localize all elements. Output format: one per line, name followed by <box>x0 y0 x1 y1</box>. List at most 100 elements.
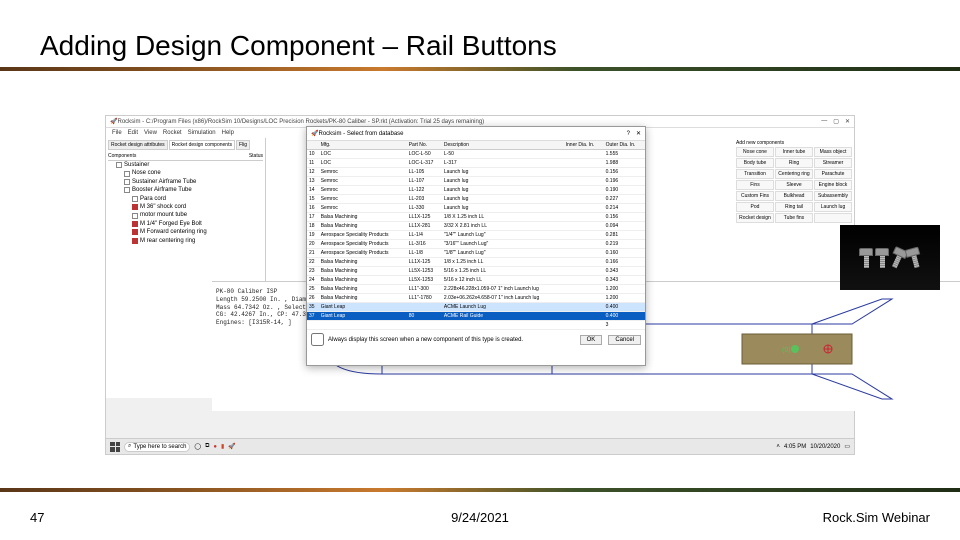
table-header[interactable] <box>307 141 319 150</box>
table-header[interactable]: Inner Dia. In. <box>564 141 604 150</box>
btn-fins[interactable]: Fins <box>736 180 774 190</box>
tree-sustainer[interactable]: Sustainer <box>124 161 149 169</box>
table-row[interactable]: 16SemrocLL-330Launch lug0.214 <box>307 204 645 213</box>
tree-paracord[interactable]: Para cord <box>140 195 166 203</box>
table-row[interactable]: 24Balsa MachiningLL5X-12535/16 x 12 inch… <box>307 276 645 285</box>
btn-rocketdesign[interactable]: Rocket design <box>736 213 774 223</box>
parts-table[interactable]: Mfg.Part No.DescriptionInner Dia. In.Out… <box>307 141 645 330</box>
tray-date: 10/20/2020 <box>810 444 840 450</box>
menu-help[interactable]: Help <box>222 130 234 136</box>
app-icon-rocksim[interactable]: 🚀 <box>228 443 235 450</box>
btn-engineblock[interactable]: Engine block <box>814 180 852 190</box>
btn-ring[interactable]: Ring <box>775 158 813 168</box>
start-button[interactable] <box>110 442 120 452</box>
table-row[interactable]: 25Balsa MachiningLL1"-3002.228x46.228x1.… <box>307 285 645 294</box>
table-row[interactable]: 19Aerospace Speciality ProductsLL-1/4"1/… <box>307 231 645 240</box>
close-icon[interactable]: ✕ <box>845 118 850 125</box>
notifications-icon[interactable]: ▭ <box>844 443 850 450</box>
app-icon: 🚀 <box>110 118 117 125</box>
btn-ringtail[interactable]: Ring tail <box>775 202 813 212</box>
tree-motormount[interactable]: motor mount tube <box>140 211 187 219</box>
table-row[interactable]: 18Balsa MachiningLL1X-2813/32 X 2.81 inc… <box>307 222 645 231</box>
table-row[interactable]: 37Giant Leap80ACME Rail Guide0.400 <box>307 312 645 321</box>
taskbar-search[interactable]: ⌕ Type here to search <box>124 442 190 452</box>
dialog-title-text: Rocksim - Select from database <box>318 131 403 137</box>
tree-rearring[interactable]: M rear centering ring <box>140 237 195 245</box>
menu-simulation[interactable]: Simulation <box>188 130 216 136</box>
taskview-icon[interactable]: ⧉ <box>205 443 209 450</box>
btn-launchlug[interactable]: Launch lug <box>814 202 852 212</box>
btn-sleeve[interactable]: Sleeve <box>775 180 813 190</box>
btn-customfins[interactable]: Custom Fins <box>736 191 774 201</box>
tree-booster[interactable]: Booster Airframe Tube <box>132 186 192 194</box>
footer-brand: Rock.Sim Webinar <box>823 510 960 525</box>
btn-transition[interactable]: Transition <box>736 169 774 179</box>
palette-label: Add new components <box>736 140 852 146</box>
table-row[interactable]: 20Aerospace Speciality ProductsLL-3/16"3… <box>307 240 645 249</box>
table-header[interactable]: Part No. <box>407 141 442 150</box>
dialog-help-icon[interactable]: ? <box>627 131 630 137</box>
btn-pod[interactable]: Pod <box>736 202 774 212</box>
cortana-icon[interactable]: ◯ <box>194 443 201 450</box>
btn-mass[interactable]: Mass object <box>814 147 852 157</box>
tree-shockcord[interactable]: M 36" shock cord <box>140 203 186 211</box>
table-row[interactable]: 21Aerospace Speciality ProductsLL-1/8"1/… <box>307 249 645 258</box>
table-row[interactable]: 23Balsa MachiningLL5X-12535/16 x 1.25 in… <box>307 267 645 276</box>
tray-chevron-up-icon[interactable]: ˄ <box>776 444 780 450</box>
windows-taskbar[interactable]: ⌕ Type here to search ◯ ⧉ ● ▮ 🚀 ˄ 4:05 P… <box>106 438 854 454</box>
app-icon-browser[interactable]: ● <box>213 444 217 450</box>
menu-file[interactable]: File <box>112 130 122 136</box>
menu-view[interactable]: View <box>144 130 157 136</box>
always-display-label: Always display this screen when a new co… <box>328 337 523 343</box>
table-row[interactable]: 22Balsa MachiningLL1X-1251/8 x 1.25 inch… <box>307 258 645 267</box>
system-tray[interactable]: ˄ 4:05 PM 10/20/2020 ▭ <box>776 443 850 450</box>
tab-attributes[interactable]: Rocket design attributes <box>108 140 168 150</box>
tree-nosecone[interactable]: Nose cone <box>132 169 161 177</box>
tree-fwdring[interactable]: M Forward centering ring <box>140 228 207 236</box>
tab-components[interactable]: Rocket design components <box>169 140 235 150</box>
component-tree[interactable]: Sustainer Nose cone Sustainer Airframe T… <box>108 161 263 245</box>
table-row[interactable]: 26Balsa MachiningLL1"-17802.03e+06.262x4… <box>307 294 645 303</box>
table-row[interactable]: 13SemrocLL-107Launch lug0.196 <box>307 177 645 186</box>
table-row[interactable]: 12SemrocLL-105Launch lug0.156 <box>307 168 645 177</box>
slide-footer: 47 9/24/2021 Rock.Sim Webinar <box>0 510 960 525</box>
table-row[interactable]: 35Giant LeapACME Launch Lug0.400 <box>307 303 645 312</box>
svg-text:(0): (0) <box>782 347 791 354</box>
btn-parachute[interactable]: Parachute <box>814 169 852 179</box>
btn-streamer[interactable]: Streamer <box>814 158 852 168</box>
table-row[interactable]: 11LOCLOC-L-317L-3171.988 <box>307 159 645 168</box>
table-header[interactable]: Description <box>442 141 564 150</box>
btn-nosecone[interactable]: Nose cone <box>736 147 774 157</box>
table-header[interactable]: Mfg. <box>319 141 407 150</box>
menu-edit[interactable]: Edit <box>128 130 138 136</box>
slide-title: Adding Design Component – Rail Buttons <box>0 0 960 67</box>
table-row[interactable]: 10LOCLOC-L-50L-501.555 <box>307 150 645 159</box>
tree-airframe1[interactable]: Sustainer Airframe Tube <box>132 178 196 186</box>
tree-eyebolt[interactable]: M 1/4" Forged Eye Bolt <box>140 220 202 228</box>
app-icon-ppt[interactable]: ▮ <box>221 443 224 450</box>
cancel-button[interactable]: Cancel <box>608 335 641 345</box>
dialog-close-icon[interactable]: ✕ <box>636 130 641 137</box>
col-components: Components <box>108 153 136 159</box>
search-icon: ⌕ <box>128 443 131 450</box>
btn-subassembly[interactable]: Subassembly <box>814 191 852 201</box>
search-placeholder: Type here to search <box>133 444 186 450</box>
btn-innertube[interactable]: Inner tube <box>775 147 813 157</box>
btn-bodytube[interactable]: Body tube <box>736 158 774 168</box>
btn-bulkhead[interactable]: Bulkhead <box>775 191 813 201</box>
maximize-icon[interactable]: ▢ <box>833 118 839 125</box>
tab-flight[interactable]: Flig <box>236 140 250 150</box>
minimize-icon[interactable]: — <box>821 118 827 125</box>
table-header[interactable]: Outer Dia. In. <box>604 141 645 150</box>
btn-tubefins[interactable]: Tube fins <box>775 213 813 223</box>
select-database-dialog: 🚀 Rocksim - Select from database ? ✕ Mfg… <box>306 126 646 366</box>
btn-centering[interactable]: Centering ring <box>775 169 813 179</box>
table-row[interactable]: 15SemrocLL-203Launch lug0.227 <box>307 195 645 204</box>
table-row[interactable]: 3 <box>307 321 645 330</box>
table-row[interactable]: 14SemrocLL-122Launch lug0.190 <box>307 186 645 195</box>
page-number: 47 <box>0 510 44 525</box>
table-row[interactable]: 17Balsa MachiningLL1X-1251/8 X 1.25 inch… <box>307 213 645 222</box>
ok-button[interactable]: OK <box>580 335 603 345</box>
always-display-checkbox[interactable] <box>311 333 324 346</box>
menu-rocket[interactable]: Rocket <box>163 130 182 136</box>
